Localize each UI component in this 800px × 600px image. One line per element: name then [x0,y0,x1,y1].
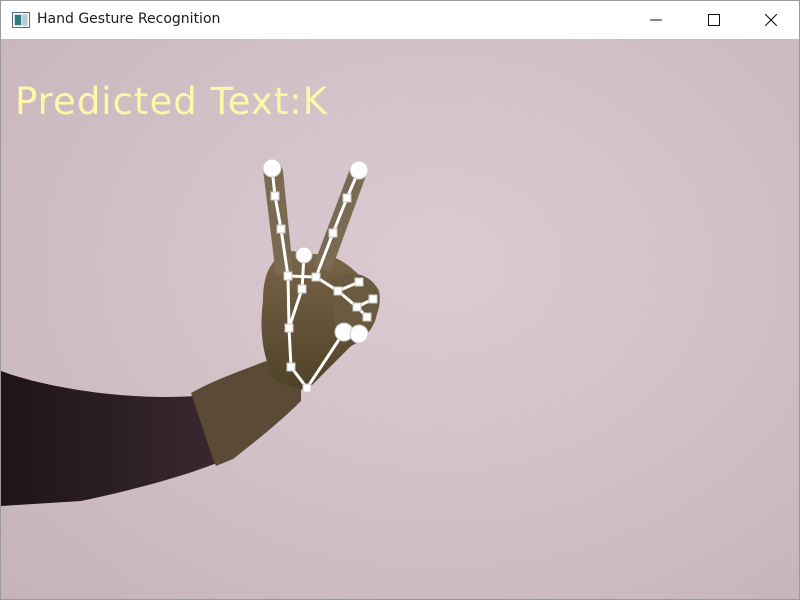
app-window: Hand Gesture Recognition Predicted Text:… [0,0,800,600]
maximize-icon [708,14,720,26]
camera-feed: Predicted Text:K [1,39,799,599]
minimize-button[interactable] [627,1,685,39]
maximize-button[interactable] [685,1,743,39]
camera-scene [1,158,380,506]
minimize-icon [650,19,662,21]
close-button[interactable] [742,1,799,39]
predicted-text-label: Predicted Text:K [15,80,329,123]
title-bar[interactable]: Hand Gesture Recognition [1,1,799,39]
app-window-icon [12,12,30,28]
close-icon [765,14,777,26]
window-title: Hand Gesture Recognition [37,11,221,27]
